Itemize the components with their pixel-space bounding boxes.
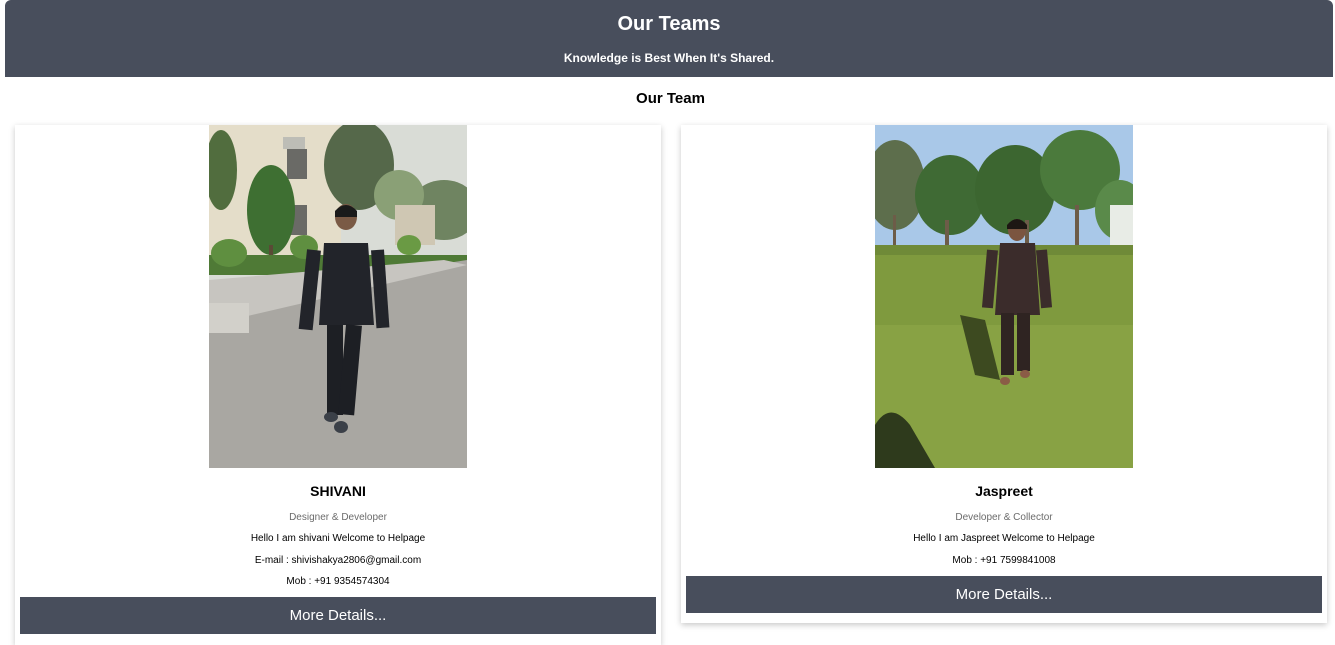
member-photo <box>209 125 467 468</box>
member-role: Designer & Developer <box>289 512 387 523</box>
page-header: Our Teams Knowledge is Best When It's Sh… <box>5 0 1333 77</box>
more-details-button[interactable]: More Details... <box>20 597 656 634</box>
team-card-jaspreet: Jaspreet Developer & Collector Hello I a… <box>681 125 1327 623</box>
team-card-shivani: SHIVANI Designer & Developer Hello I am … <box>15 125 661 645</box>
member-intro: Hello I am Jaspreet Welcome to Helpage <box>913 533 1095 544</box>
member-name: Jaspreet <box>975 483 1033 499</box>
page-title: Our Teams <box>617 13 721 35</box>
member-photo <box>875 125 1133 468</box>
member-mobile: Mob : +91 7599841008 <box>952 555 1056 566</box>
section-title: Our Team <box>636 90 705 107</box>
member-intro: Hello I am shivani Welcome to Helpage <box>250 533 426 544</box>
page-tagline: Knowledge is Best When It's Shared. <box>563 51 775 65</box>
member-role: Developer & Collector <box>955 512 1053 523</box>
more-details-button[interactable]: More Details... <box>686 576 1322 613</box>
member-email: E-mail : shivishakya2806@gmail.com <box>254 555 422 566</box>
member-name: SHIVANI <box>310 483 366 499</box>
member-mobile: Mob : +91 9354574304 <box>286 576 390 587</box>
